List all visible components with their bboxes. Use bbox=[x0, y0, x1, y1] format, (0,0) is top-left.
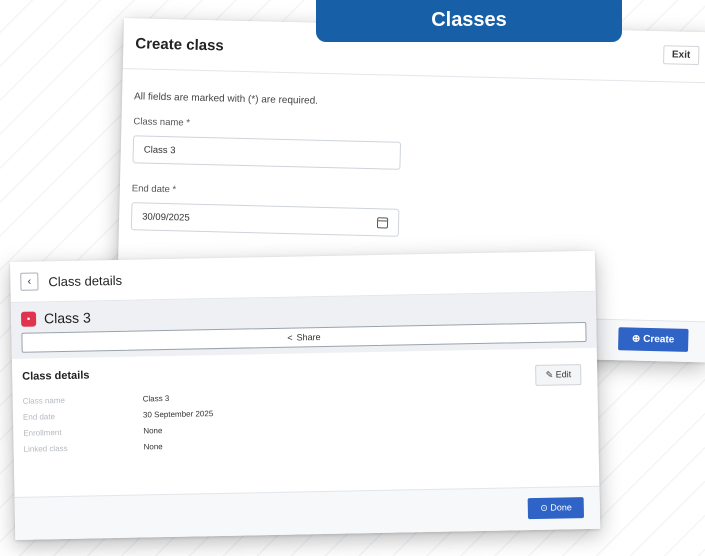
class-details-panel: Class details ✎ Edit Class name Class 3 … bbox=[22, 360, 589, 457]
exit-button[interactable]: Exit bbox=[662, 45, 700, 66]
back-button[interactable]: ‹ bbox=[20, 272, 39, 291]
share-label: Share bbox=[296, 332, 321, 343]
detail-key: End date bbox=[22, 411, 56, 422]
edit-button[interactable]: ✎ Edit bbox=[535, 364, 582, 386]
details-title: Class details bbox=[48, 272, 123, 289]
class-name-input[interactable]: Class 3 bbox=[132, 135, 402, 170]
class-icon: ▪ bbox=[20, 311, 37, 327]
create-button-label: Create bbox=[643, 333, 675, 346]
create-button[interactable]: ⊕ Create bbox=[617, 327, 689, 352]
class-summary: ▪ Class 3 < Share bbox=[10, 291, 597, 359]
detail-key: Enrollment bbox=[23, 427, 62, 438]
dialog-title: Create class bbox=[135, 34, 224, 54]
class-name-value: Class 3 bbox=[143, 144, 176, 156]
details-footer: ⊙ Done bbox=[14, 485, 601, 540]
done-label: Done bbox=[550, 502, 572, 513]
detail-value: None bbox=[143, 441, 163, 451]
end-date-value: 30/09/2025 bbox=[142, 211, 190, 224]
detail-key: Class name bbox=[22, 395, 65, 406]
share-icon: < bbox=[287, 332, 293, 343]
required-note: All fields are marked with (*) are requi… bbox=[133, 91, 319, 107]
classes-banner: Classes bbox=[316, 0, 622, 42]
end-date-input[interactable]: 30/09/2025 bbox=[130, 202, 400, 237]
detail-key: Linked class bbox=[23, 443, 68, 454]
create-icon: ⊕ bbox=[631, 333, 644, 345]
class-name: Class 3 bbox=[43, 309, 91, 327]
class-details-view: ‹ Class details ▪ Class 3 < Share Class … bbox=[10, 250, 601, 540]
share-button[interactable]: < Share bbox=[21, 321, 587, 353]
chevron-left-icon: ‹ bbox=[27, 275, 32, 288]
detail-value: 30 September 2025 bbox=[142, 408, 214, 419]
detail-value: None bbox=[143, 425, 163, 435]
done-button[interactable]: ⊙ Done bbox=[528, 497, 585, 520]
banner-title: Classes bbox=[431, 9, 507, 31]
detail-value: Class 3 bbox=[142, 393, 170, 403]
panel-title: Class details bbox=[22, 369, 90, 383]
edit-label: Edit bbox=[555, 369, 572, 380]
calendar-icon[interactable] bbox=[376, 216, 389, 229]
